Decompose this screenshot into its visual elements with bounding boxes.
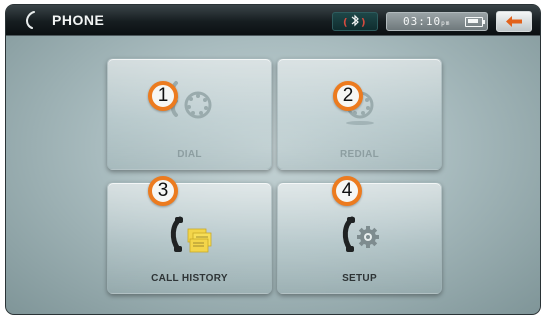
setup-label: SETUP bbox=[342, 273, 377, 284]
call-history-label: CALL HISTORY bbox=[151, 273, 228, 284]
dial-button[interactable]: DIAL bbox=[107, 58, 272, 170]
call-history-button[interactable]: CALL HISTORY bbox=[107, 182, 272, 294]
back-button[interactable] bbox=[496, 11, 532, 32]
clock-time: 03:10 bbox=[403, 15, 442, 28]
redial-button[interactable]: REDIAL bbox=[277, 58, 442, 170]
svg-text:(: ( bbox=[343, 18, 348, 29]
callout-2: 2 bbox=[333, 81, 363, 111]
callout-3: 3 bbox=[148, 176, 178, 206]
clock-suffix: pm bbox=[441, 20, 451, 27]
redial-label: REDIAL bbox=[339, 149, 380, 160]
phone-menu: DIAL REDIAL CALL HISTORY SETUP 1 2 3 4 bbox=[6, 36, 540, 314]
page-title: PHONE bbox=[52, 12, 105, 28]
back-arrow-icon bbox=[506, 16, 522, 27]
setup-gear-icon bbox=[342, 216, 379, 252]
bluetooth-icon: ( ) bbox=[332, 12, 378, 31]
svg-text:): ) bbox=[361, 18, 366, 29]
phone-screen: PHONE ( ) 03:10pm DIAL REDIAL CALL HISTO… bbox=[6, 5, 540, 314]
title-bar: PHONE ( ) 03:10pm bbox=[6, 5, 540, 36]
callout-1: 1 bbox=[148, 81, 178, 111]
status-clock: 03:10pm bbox=[386, 12, 488, 31]
dial-label: DIAL bbox=[177, 149, 202, 160]
battery-icon bbox=[465, 17, 485, 27]
call-history-icon bbox=[170, 216, 212, 253]
callout-4: 4 bbox=[332, 176, 362, 206]
phone-handset-icon bbox=[25, 11, 35, 29]
